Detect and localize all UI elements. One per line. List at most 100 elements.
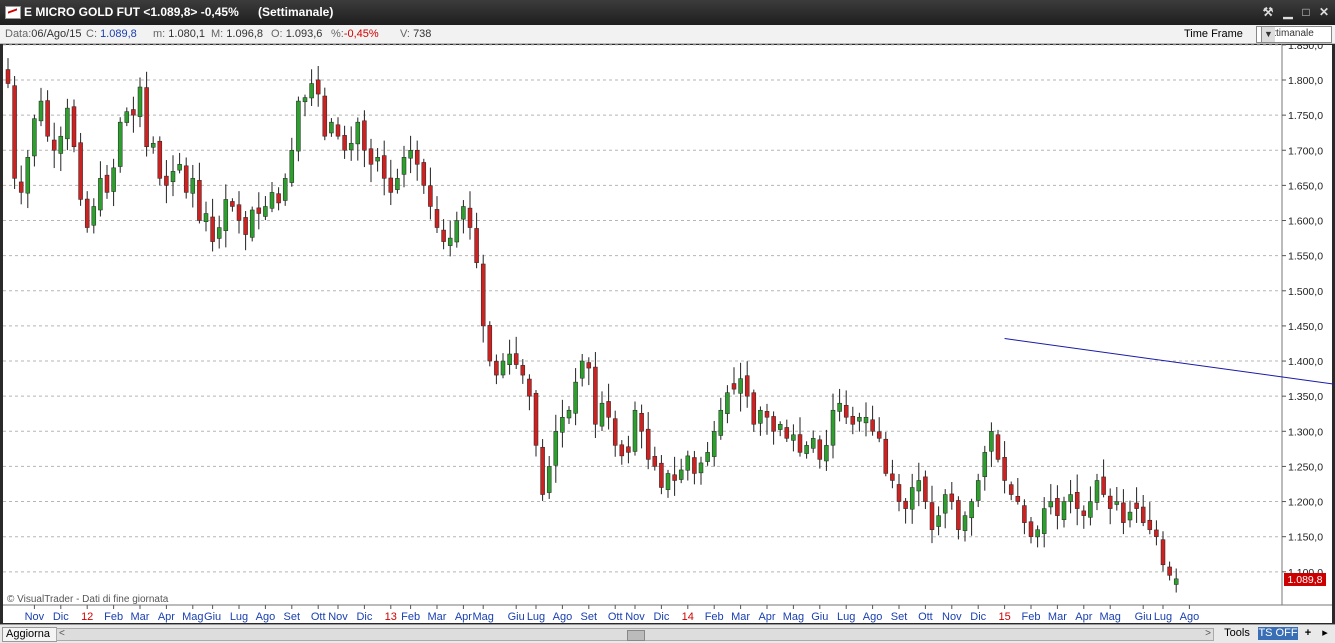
candle-body [269, 192, 275, 209]
candle-body [956, 500, 961, 530]
candle-body [784, 427, 790, 439]
candle-body [850, 416, 856, 425]
candle-body [348, 142, 354, 151]
candle-body [1134, 502, 1139, 509]
price-chart[interactable]: 1.850,0 1.800,0 1.750,0 1.700,0 1.650,0 1.600… [0, 44, 1335, 624]
candle-body [71, 106, 77, 147]
quote-info-bar: Data:06/Ago/15 C: 1.089,8 m: 1.080,1 M: … [0, 25, 1335, 44]
candle-body [335, 124, 341, 137]
candle-body [579, 360, 585, 379]
candle-body [540, 446, 545, 495]
candle-body [639, 412, 644, 432]
chart-scrollbar[interactable] [56, 627, 1214, 641]
candle-body [705, 452, 710, 462]
timeframe-select[interactable]: Settimanale ▼ [1256, 26, 1332, 43]
candle-body [791, 434, 796, 441]
candle-body [969, 501, 974, 519]
candle-body [78, 142, 83, 200]
candle-body [454, 220, 460, 243]
candle-body [1088, 501, 1093, 518]
candle-body [414, 149, 420, 165]
candle-body [461, 206, 466, 220]
candle-body [342, 135, 347, 151]
add-icon[interactable]: + [1302, 627, 1314, 640]
minimize-icon[interactable]: ▁ [1280, 4, 1296, 20]
candle-body [659, 462, 664, 488]
month-label: Lug [230, 611, 248, 623]
month-label: Feb [104, 611, 123, 623]
month-label: 12 [81, 611, 93, 623]
month-label: Mag [783, 611, 804, 623]
candle-body [84, 198, 90, 228]
candle-body [441, 229, 446, 242]
candle-body [236, 204, 242, 221]
candle-body [606, 401, 611, 418]
candle-body [12, 85, 17, 179]
month-label: Dic [53, 611, 69, 623]
scroll-right-icon[interactable]: ▸ [1318, 627, 1332, 640]
candle-body [428, 185, 433, 207]
candle-body [764, 411, 770, 418]
candle-body [487, 325, 493, 362]
price-label: 1.550,0 [1288, 251, 1323, 263]
candle-body [632, 409, 638, 452]
candle-body [810, 438, 816, 449]
month-label: Ott [311, 611, 326, 623]
price-label: 1.450,0 [1288, 321, 1323, 333]
candle-body [263, 206, 268, 217]
date-info: Data:06/Ago/15 [5, 28, 82, 40]
title-bar: E MICRO GOLD FUT <1.089,8> -0,45% (Setti… [0, 0, 1335, 25]
candle-body [513, 353, 519, 365]
tools-button[interactable]: Tools [1220, 627, 1254, 640]
month-label: Giu [811, 611, 828, 623]
month-label: Lug [837, 611, 855, 623]
candle-body [890, 473, 895, 481]
close-icon[interactable]: ✕ [1316, 4, 1332, 20]
status-bar: Aggiorna Tools TS OFF + ▸ [0, 624, 1335, 643]
candle-body [645, 428, 651, 460]
candle-body [1147, 519, 1153, 530]
candle-body [256, 207, 262, 214]
candle-body [751, 392, 757, 425]
tool-icon[interactable]: ⚒ [1260, 4, 1276, 20]
month-label: Lug [527, 611, 545, 623]
price-label: 1.850,0 [1288, 44, 1323, 52]
candle-body [573, 381, 578, 414]
chevron-down-icon[interactable]: ▼ [1261, 27, 1275, 42]
ts-off-button[interactable]: TS OFF [1258, 627, 1298, 640]
candle-body [1081, 510, 1087, 516]
window-timeframe: (Settimanale) [258, 5, 334, 19]
candle-body [296, 100, 301, 152]
month-label: Apr [758, 611, 775, 623]
maximize-icon[interactable]: □ [1298, 4, 1314, 20]
month-label: Apr [158, 611, 175, 623]
candle-body [1008, 484, 1014, 495]
month-label: Mag [182, 611, 203, 623]
scrollbar-thumb[interactable] [627, 630, 645, 641]
month-label: Mag [472, 611, 493, 623]
candle-body [989, 431, 994, 452]
candle-body [137, 86, 143, 117]
candle-body [5, 69, 11, 84]
candle-body [982, 452, 988, 477]
candle-body [282, 178, 288, 201]
month-label: Feb [401, 611, 420, 623]
candle-body [408, 150, 413, 159]
candle-body [685, 455, 691, 471]
candle-body [692, 457, 697, 474]
candle-body [111, 167, 116, 192]
candle-body [230, 201, 235, 207]
price-label: 1.700,0 [1288, 145, 1323, 157]
month-label: 14 [682, 611, 694, 623]
refresh-button[interactable]: Aggiorna [2, 627, 57, 642]
candle-body [1121, 502, 1126, 523]
month-label: Ago [1180, 611, 1200, 623]
month-label: Set [891, 611, 908, 623]
month-label: Lug [1154, 611, 1172, 623]
month-label: Dic [653, 611, 669, 623]
price-label: 1.250,0 [1288, 461, 1323, 473]
month-label: Ott [608, 611, 623, 623]
min-info: m: 1.080,1 [153, 28, 205, 40]
candle-body [276, 193, 281, 204]
max-info: M: 1.096,8 [211, 28, 263, 40]
